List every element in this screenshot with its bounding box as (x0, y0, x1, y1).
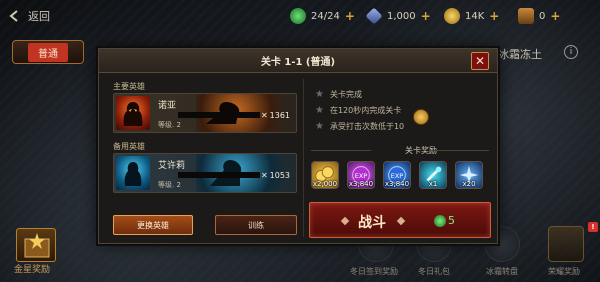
hero-power-value: 1053 (269, 171, 290, 180)
tab-normal[interactable]: 普通 (12, 40, 84, 64)
hero-power-value: 1361 (269, 111, 290, 120)
frost-wheel-label: 冰霜转盘 (486, 267, 518, 276)
info-icon[interactable]: i (564, 45, 578, 59)
stamina-potion-icon (434, 215, 446, 227)
resource-gold: 14K + (444, 8, 499, 24)
hero-ashley-silhouette-icon (124, 162, 142, 186)
dialog-title: 关卡 1-1 (普通) (260, 57, 336, 68)
hero-bar (178, 112, 260, 118)
train-button[interactable]: 训练 (215, 215, 297, 235)
reward-divider-right (431, 150, 489, 151)
main-hero-label: 主要英雄 (113, 82, 145, 91)
add-chest-button[interactable]: + (550, 9, 560, 23)
crossed-swords-icon: ✕ (260, 111, 268, 120)
add-shards-button[interactable]: + (421, 9, 431, 23)
green-potion-icon (290, 8, 306, 24)
gold-star-chest-icon (24, 233, 50, 258)
top-bar: 返回 24/24 + 1,000 + 14K + 0 + (0, 0, 600, 34)
backup-hero-card[interactable]: 艾许莉 等级. 2 ✕ 1053 (113, 153, 297, 193)
hero-ashley-portrait (116, 156, 150, 190)
objective-text: 关卡完成 (329, 90, 362, 99)
map-title: 冰霜冻土 (498, 48, 542, 61)
resource-stamina: 24/24 + (290, 8, 355, 24)
notification-badge: ! (588, 222, 598, 232)
back-button[interactable]: 返回 (8, 8, 50, 24)
objective-2: ★ 在120秒内完成关卡 (315, 105, 401, 116)
fight-cost: 5 (448, 214, 455, 227)
tab-normal-label: 普通 (28, 42, 68, 62)
hero-power: ✕ 1361 (261, 111, 290, 120)
reward-exp-purple-value: x3,840 (348, 180, 374, 188)
chest-value: 0 (539, 10, 546, 22)
resource-chest: 0 + (518, 8, 560, 24)
stage-dialog: 关卡 1-1 (普通) ✕ 主要英雄 诺亚 等级. 2 ✕ 1361 备用英雄 (98, 48, 498, 244)
resource-shards: 1,000 + (365, 7, 431, 25)
svg-text:EXP: EXP (355, 172, 368, 180)
glory-reward-icon[interactable] (548, 226, 584, 262)
add-gold-button[interactable]: + (489, 9, 499, 23)
reward-exp-blue-value: x3,840 (384, 180, 410, 188)
gold-star-reward-label: 金星奖励 (14, 265, 51, 275)
back-label: 返回 (28, 10, 50, 23)
hero-noah-silhouette-icon (123, 102, 143, 126)
hero-noah-portrait (116, 96, 150, 130)
fight-button[interactable]: 战斗 5 (309, 202, 491, 238)
objective-text: 承受打击次数低于10 (329, 122, 405, 131)
hero-level: 等级. 2 (158, 181, 181, 189)
medal-icon (413, 109, 429, 125)
hero-power: ✕ 1053 (261, 171, 290, 180)
reward-frost-value: x20 (462, 180, 476, 188)
shards-value: 1,000 (387, 10, 416, 22)
gold-star-reward-button[interactable] (16, 228, 56, 262)
backup-hero-label: 备用英雄 (113, 142, 145, 151)
glory-reward-label: 荣耀奖励 (548, 267, 580, 276)
star-icon: ★ (315, 89, 324, 100)
back-arrow-icon (9, 10, 18, 22)
stamina-value: 24/24 (311, 10, 340, 22)
hero-level: 等级. 2 (158, 121, 181, 129)
hero-bar (178, 172, 260, 178)
hero-name: 艾许莉 (158, 161, 186, 171)
star-icon: ★ (315, 121, 324, 132)
crossed-swords-icon: ✕ (260, 171, 268, 180)
blue-shard-icon (365, 7, 383, 25)
winter-gift-label: 冬日礼包 (418, 267, 450, 276)
main-hero-card[interactable]: 诺亚 等级. 2 ✕ 1361 (113, 93, 297, 133)
reward-gold-value: x2,000 (312, 180, 338, 188)
svg-text:EXP: EXP (391, 172, 404, 180)
objective-3: ★ 承受打击次数低于10 (315, 121, 404, 132)
gold-coin-icon (444, 8, 460, 24)
close-button[interactable]: ✕ (471, 52, 489, 70)
objective-1: ★ 关卡完成 (315, 89, 362, 100)
diamond-icon (396, 216, 406, 226)
chest-icon (518, 8, 534, 24)
dialog-header: 关卡 1-1 (普通) ✕ (99, 49, 497, 73)
winter-checkin-label: 冬日签到奖励 (350, 267, 398, 276)
gold-value: 14K (465, 10, 485, 22)
diamond-icon (340, 216, 350, 226)
divider (303, 79, 304, 237)
star-icon: ★ (315, 105, 324, 116)
swap-hero-button[interactable]: 更换英雄 (113, 215, 193, 235)
objective-text: 在120秒内完成关卡 (329, 106, 402, 115)
reward-scroll-value: x1 (428, 180, 438, 188)
fight-label: 战斗 (358, 215, 386, 231)
add-stamina-button[interactable]: + (345, 9, 355, 23)
hero-name: 诺亚 (158, 101, 177, 111)
